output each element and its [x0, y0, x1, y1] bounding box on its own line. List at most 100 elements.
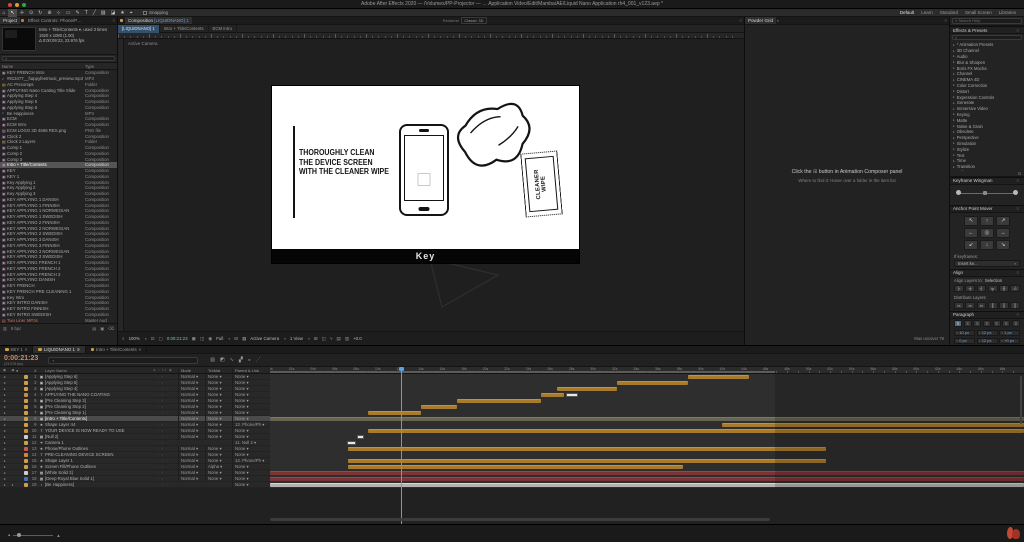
layer-bar[interactable] — [270, 471, 1024, 475]
easing-slider-handle-left[interactable] — [956, 190, 961, 195]
project-item[interactable]: ▣KEY APPLYING FRENCH 2Composition — [0, 266, 117, 272]
layer-marker[interactable] — [357, 435, 364, 439]
new-folder-icon[interactable]: ▤ — [92, 326, 96, 331]
project-item[interactable]: ▣Intro + Title/ContentsComposition — [0, 162, 117, 168]
layer-switches[interactable]: · ∕ · — [148, 375, 178, 379]
frame-blending-icon[interactable]: ▞ — [239, 357, 243, 363]
expand-caret-icon[interactable]: ▸ — [953, 83, 955, 87]
project-item[interactable]: ▣KEY APPLYING 3 FINNISHComposition — [0, 243, 117, 249]
panel-menu-icon[interactable]: ≡ — [740, 18, 744, 23]
parent-link-column[interactable]: Parent & Link — [232, 368, 270, 373]
expand-caret-icon[interactable]: ▸ — [953, 78, 955, 82]
layer-marker[interactable] — [347, 441, 356, 445]
layer-name[interactable]: Shape Layer 44 — [45, 422, 148, 427]
layer-name[interactable]: [Be Happiness] — [45, 482, 148, 487]
eraser-tool-icon[interactable]: ◪ — [108, 9, 118, 17]
workspace-small-screen[interactable]: Small Screen — [965, 10, 992, 15]
layer-bar[interactable] — [270, 477, 1024, 481]
visibility-column-icon[interactable]: ◉ — [0, 368, 9, 372]
magnify-icon[interactable]: ⌕ — [122, 336, 125, 341]
panel-menu-icon[interactable]: ≡ — [77, 347, 80, 352]
zoom-out-mountain-icon[interactable]: ▴ — [8, 532, 10, 538]
motion-blur-icon[interactable]: ◒ — [248, 357, 251, 363]
layer-visibility-icon[interactable]: ● — [0, 405, 9, 409]
layer-visibility-icon[interactable]: ● — [0, 387, 9, 391]
align-vcenter-button[interactable]: ╫ — [999, 285, 1009, 292]
expand-caret-icon[interactable]: ▸ — [953, 153, 955, 157]
layer-bar[interactable] — [348, 459, 826, 463]
layer-bar[interactable] — [348, 465, 684, 469]
zoom-tool-icon[interactable]: ⊙ — [26, 9, 35, 17]
tab-effect-controls[interactable]: Effect Controls: Phone/Phone Outlines — [25, 17, 87, 25]
expand-caret-icon[interactable]: ▸ — [953, 170, 955, 171]
align-to-dropdown[interactable]: Selection — [985, 278, 1002, 283]
paragraph-header[interactable]: Paragraph ≡ — [950, 311, 1024, 319]
pan-behind-tool-icon[interactable]: ⊹ — [54, 9, 63, 17]
orbit-camera-tool-icon[interactable]: ↻ — [36, 9, 45, 17]
expand-caret-icon[interactable]: ▸ — [953, 60, 955, 64]
channels-icon[interactable]: ◉ — [208, 336, 212, 342]
selection-tool-icon[interactable]: ↖ — [8, 9, 17, 17]
expand-caret-icon[interactable]: ▸ — [953, 165, 955, 169]
audio-column-icon[interactable]: ◀ — [9, 368, 16, 372]
panel-menu-icon[interactable]: ≡ — [113, 18, 117, 23]
viewer-tab-ecm-intro[interactable]: ECM Intro — [209, 25, 237, 33]
project-item[interactable]: ▣KEY APPLYING FRENCH 3Composition — [0, 271, 117, 277]
snapping-checkbox[interactable] — [143, 11, 147, 15]
para-justify-all-button[interactable]: ≡ — [1012, 320, 1020, 327]
layer-switches[interactable]: · ∕ · — [148, 417, 178, 421]
align-right-button[interactable]: ╡ — [977, 285, 987, 292]
layer-switches[interactable]: · ∕ · — [148, 381, 178, 385]
clone-stamp-tool-icon[interactable]: ▨ — [98, 9, 108, 17]
draft-3d-icon[interactable]: ◩ — [220, 357, 225, 363]
anchor-center-button[interactable]: ◎ — [980, 228, 994, 238]
layer-name[interactable]: [Null 2] — [45, 434, 148, 439]
layer-visibility-icon[interactable]: ● — [0, 453, 9, 457]
trkmat-column[interactable]: TrkMat — [205, 368, 232, 373]
snapshot-icon[interactable]: ▣ — [192, 336, 196, 342]
layer-visibility-icon[interactable]: ● — [0, 381, 9, 385]
easing-slider-handle-right[interactable] — [1013, 190, 1018, 195]
puppet-pin-tool-icon[interactable]: ⌖ — [127, 9, 135, 17]
project-item[interactable]: ▣ECMComposition — [0, 116, 117, 122]
type-tool-icon[interactable]: T — [82, 9, 90, 17]
column-name[interactable]: Name — [2, 64, 85, 69]
layer-name[interactable]: [Applying Step 5] — [45, 380, 148, 385]
pixel-aspect-icon[interactable]: ◫ — [322, 336, 326, 342]
layer-name[interactable]: [Pre Cleaning Step 1] — [45, 410, 148, 415]
layer-visibility-icon[interactable]: ● — [0, 471, 9, 475]
project-item[interactable]: ▣Applying Step 6Composition — [0, 105, 117, 111]
layer-visibility-icon[interactable]: ● — [0, 465, 9, 469]
layer-name[interactable]: PRE-CLEANING DEVICE SCREEN — [45, 452, 148, 457]
layer-switches[interactable]: · ∕ · — [148, 435, 178, 439]
para-justify-last-right-button[interactable]: ≡ — [1002, 320, 1010, 327]
layer-switches[interactable]: · ∕ · — [148, 429, 178, 433]
layer-switches[interactable]: · ∕ · — [148, 423, 178, 427]
anchor-up-left-button[interactable]: ↖ — [964, 216, 978, 226]
paragraph-field-5[interactable]: ▪+0 px — [999, 338, 1020, 345]
mode-column[interactable]: Mode — [178, 368, 205, 373]
layer-switches[interactable]: · ∕ · — [148, 459, 178, 463]
layer-name[interactable]: [White Solid 3] — [45, 470, 148, 475]
timeline-tab-key-1[interactable]: KEY 1× — [0, 346, 33, 353]
project-item[interactable]: ▣Comp 2Composition — [0, 151, 117, 157]
project-item[interactable]: ▣KEY APPLYING 3 NORWEGIANComposition — [0, 248, 117, 254]
lock-column-icon[interactable]: ● — [16, 368, 23, 373]
view-layout-select[interactable]: 1 View — [290, 336, 303, 341]
anchor-down-right-button[interactable]: ↘ — [996, 240, 1010, 250]
number-column[interactable]: # — [29, 368, 38, 373]
keyframes-behavior-dropdown[interactable]: Insert ke... ▾ — [954, 260, 1020, 267]
time-ruler[interactable]: 00s02s04s06s08s10s12s14s16s18s20s22s24s2… — [270, 367, 1024, 374]
layer-switches[interactable]: · ∕ · — [148, 483, 178, 487]
anchor-up-right-button[interactable]: ↗ — [996, 216, 1010, 226]
layer-bar[interactable] — [368, 411, 421, 415]
pan-camera-tool-icon[interactable]: ⊕ — [45, 9, 54, 17]
zoom-slider-track[interactable] — [13, 535, 53, 536]
pen-tool-icon[interactable]: ✎ — [73, 9, 82, 17]
dist-bottom-button[interactable]: ═ — [977, 302, 987, 309]
layer-mode-select[interactable]: Normal ▾ — [178, 434, 205, 440]
safe-margins-icon[interactable]: ⊡ — [151, 336, 155, 342]
layer-name[interactable]: [Pre Cleaning Step 2] — [45, 404, 148, 409]
project-item[interactable]: ▣Key Applying 3Composition — [0, 191, 117, 197]
project-item[interactable]: ▣KEY APPLYING DANISHComposition — [0, 277, 117, 283]
